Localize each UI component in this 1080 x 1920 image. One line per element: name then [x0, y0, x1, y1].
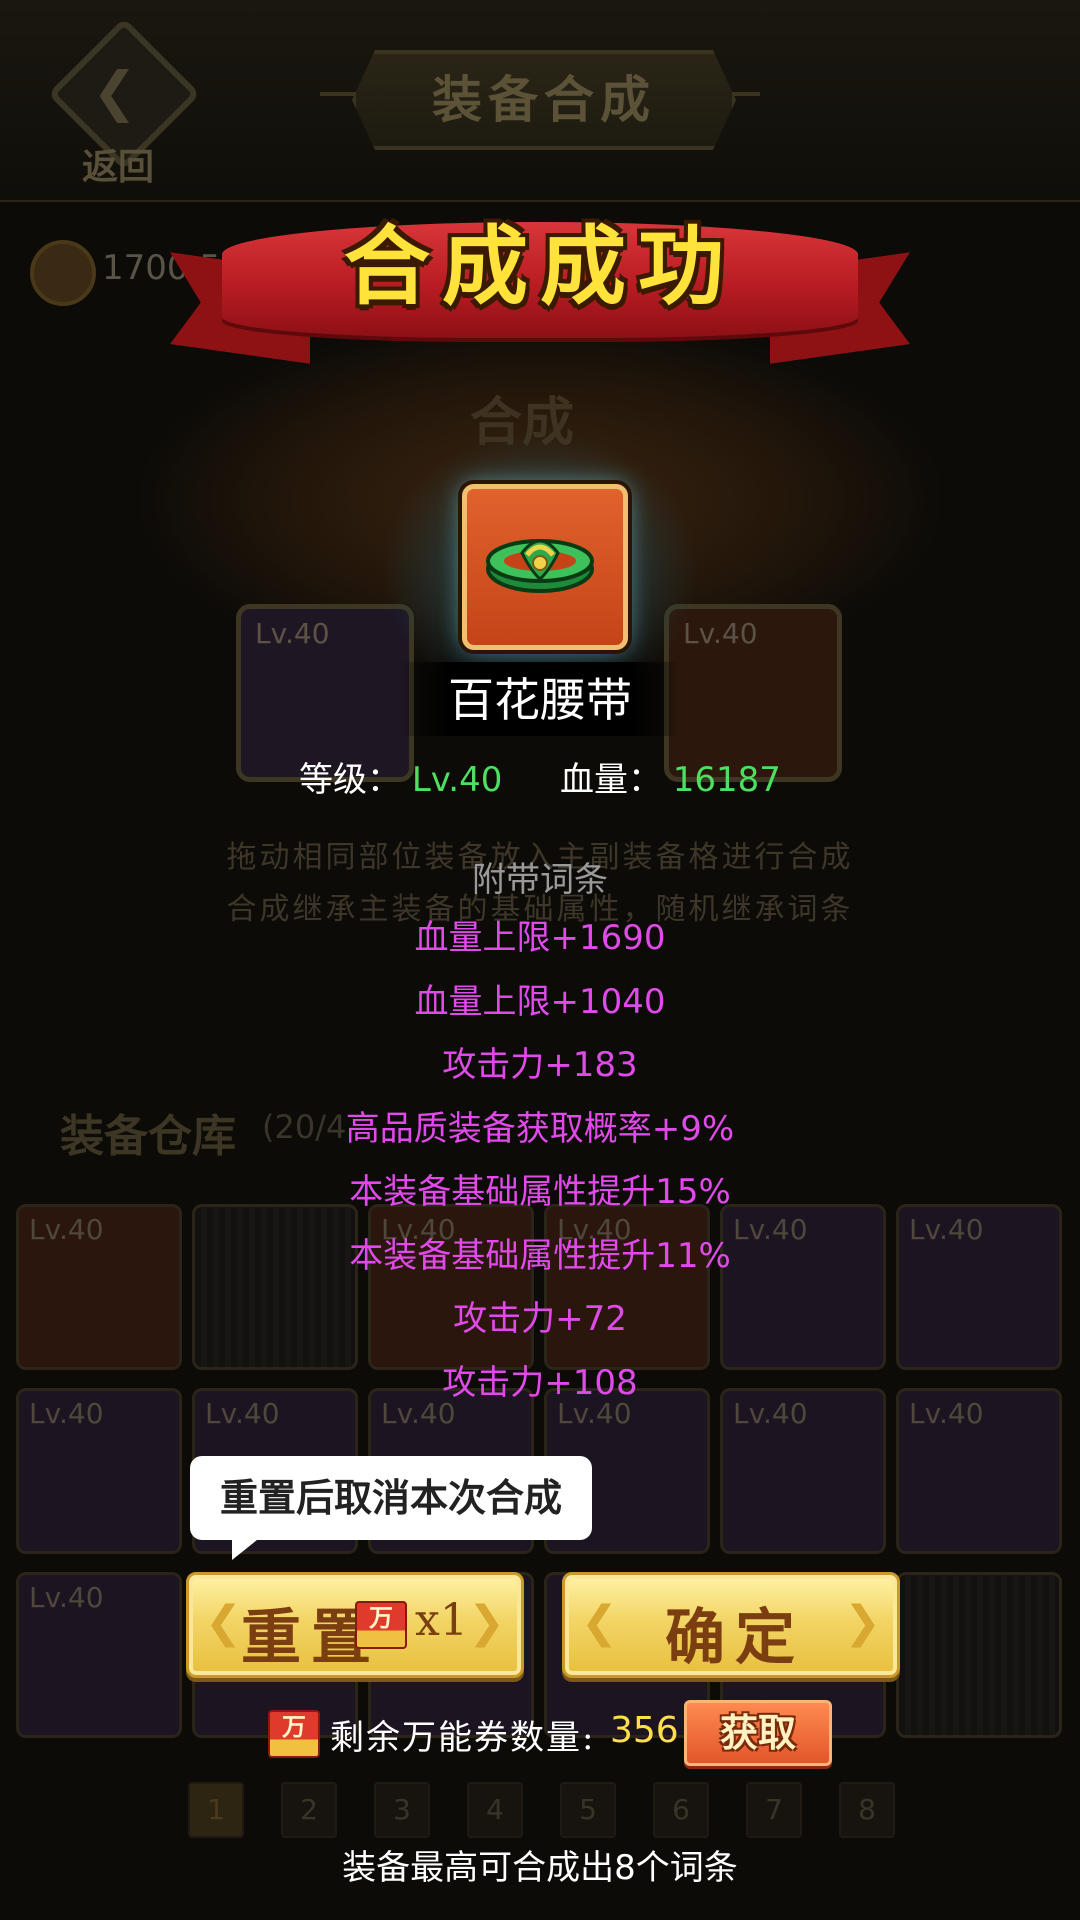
- page-button[interactable]: 1: [188, 1782, 244, 1838]
- page-button[interactable]: 3: [374, 1782, 430, 1838]
- affix-line: 攻击力+108: [442, 1362, 638, 1403]
- chevron-right-icon: ❯: [468, 1597, 505, 1648]
- reset-tooltip: 重置后取消本次合成: [190, 1456, 592, 1560]
- screen-title: 装备合成: [432, 70, 656, 129]
- footer-note: 装备最高可合成出8个词条: [342, 1848, 738, 1888]
- page-button[interactable]: 8: [839, 1782, 895, 1838]
- result-item-frame[interactable]: [462, 484, 628, 650]
- ticket-glyph: 万: [369, 1603, 393, 1632]
- remaining-tickets-value: 356: [610, 1710, 679, 1751]
- inventory-slot[interactable]: Lv.40: [16, 1388, 182, 1554]
- inventory-slot[interactable]: Lv.40: [720, 1388, 886, 1554]
- affix-line: 攻击力+72: [453, 1299, 627, 1339]
- level-label: 等级：: [299, 760, 402, 800]
- affix-title: 附带词条: [472, 860, 608, 900]
- get-tickets-button[interactable]: 获取: [684, 1700, 832, 1766]
- affix-line: 本装备基础属性提升11%: [349, 1235, 731, 1276]
- level-value: Lv.40: [411, 760, 503, 800]
- page-button[interactable]: 2: [281, 1782, 337, 1838]
- jade-belt-icon: [486, 539, 594, 593]
- page-button[interactable]: 5: [560, 1782, 616, 1838]
- banner-title: 合成成功: [344, 216, 736, 317]
- reset-button[interactable]: ❮ 重置 万 x1 ❯: [186, 1572, 524, 1678]
- main-slot-level: Lv.40: [255, 617, 330, 650]
- universal-ticket-icon: 万: [268, 1710, 320, 1758]
- page-button[interactable]: 6: [653, 1782, 709, 1838]
- affix-line: 血量上限+1690: [414, 918, 666, 958]
- coin-icon: [30, 240, 96, 306]
- affix-line: 高品质装备获取概率+9%: [345, 1108, 735, 1149]
- page-button[interactable]: 4: [467, 1782, 523, 1838]
- ticket-glyph: 万: [282, 1712, 306, 1741]
- chevron-left-icon: ❮: [205, 1597, 242, 1648]
- hp-label: 血量：: [559, 760, 662, 800]
- title-ornament-left: [320, 92, 360, 96]
- inventory-slot-level: Lv.40: [29, 1581, 104, 1614]
- item-stats: 等级： Lv.40 血量： 16187: [0, 752, 1080, 801]
- chevron-left-icon: ❮: [581, 1597, 618, 1648]
- inventory-slot[interactable]: [896, 1572, 1062, 1738]
- inventory-slot[interactable]: Lv.40: [896, 1388, 1062, 1554]
- back-button[interactable]: ❮ 返回: [47, 17, 201, 188]
- inventory-slot[interactable]: Lv.40: [16, 1572, 182, 1738]
- screen-title-plate: 装备合成: [352, 50, 736, 150]
- affix-line: 攻击力+183: [442, 1045, 638, 1085]
- affix-line: 本装备基础属性提升15%: [349, 1172, 731, 1212]
- chevron-right-icon: ❯: [844, 1597, 881, 1648]
- confirm-button[interactable]: ❮ 确定 ❯: [562, 1572, 900, 1678]
- universal-ticket-icon: 万: [355, 1601, 407, 1649]
- back-arrow-icon: ❮: [92, 60, 138, 123]
- confirm-label: 确定: [665, 1603, 805, 1673]
- item-name: 百花腰带: [448, 673, 632, 727]
- reset-cost: x1: [415, 1595, 468, 1646]
- affix-line: 血量上限+1040: [414, 981, 666, 1022]
- hp-value: 16187: [672, 760, 781, 800]
- page-button[interactable]: 7: [746, 1782, 802, 1838]
- back-label: 返回: [81, 146, 154, 188]
- remaining-tickets-label: 剩余万能券数量:: [330, 1718, 596, 1758]
- get-label: 获取: [719, 1710, 796, 1755]
- tooltip-text: 重置后取消本次合成: [219, 1475, 562, 1520]
